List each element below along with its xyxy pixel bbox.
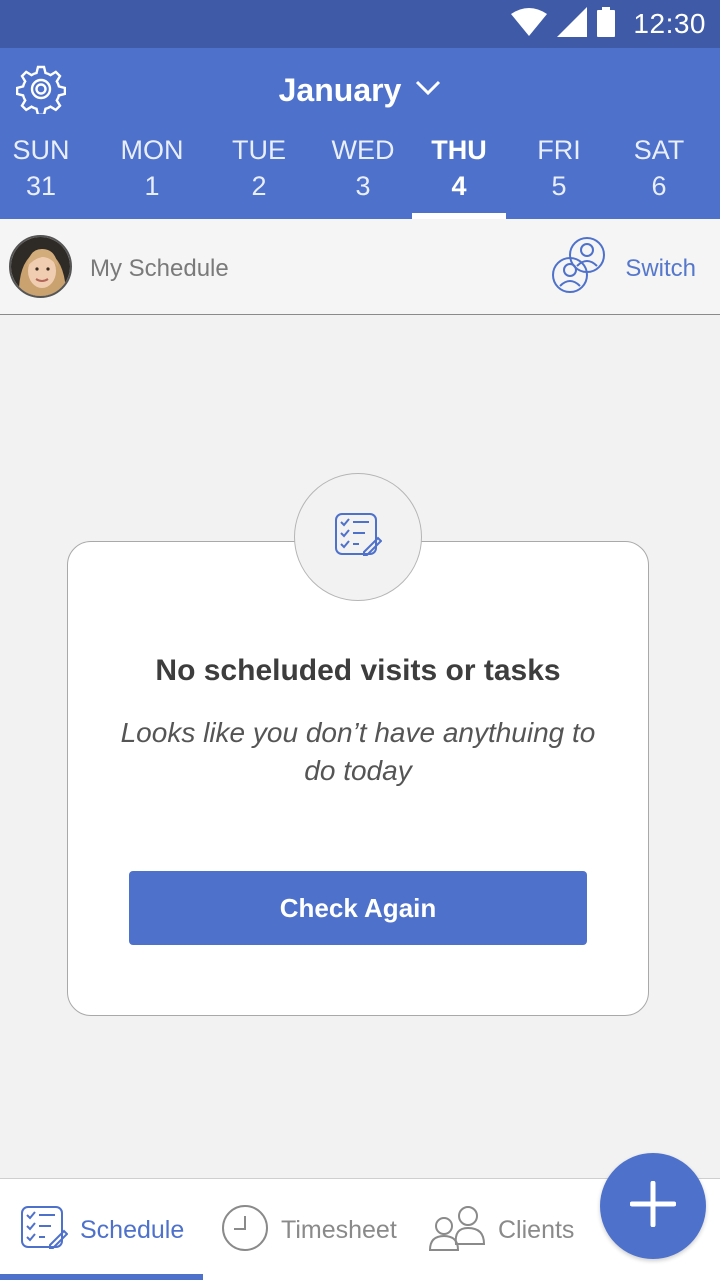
switch-label[interactable]: Switch <box>625 255 696 283</box>
day-date: 6 <box>651 171 667 201</box>
day-sun[interactable]: SUN 31 <box>0 132 82 219</box>
day-date: 4 <box>451 171 467 201</box>
nav-label: Schedule <box>80 1215 185 1244</box>
day-fri[interactable]: FRI 5 <box>514 132 604 219</box>
battery-icon <box>597 6 616 42</box>
avatar[interactable] <box>9 235 72 298</box>
month-label: January <box>278 71 402 108</box>
checklist-edit-icon <box>334 512 383 563</box>
day-mon[interactable]: MON 1 <box>105 132 199 219</box>
nav-schedule[interactable]: Schedule <box>20 1179 184 1280</box>
day-name: SAT <box>633 135 685 165</box>
day-date: 2 <box>251 171 267 201</box>
check-again-button[interactable]: Check Again <box>129 871 587 945</box>
wifi-icon <box>511 7 548 41</box>
day-sat[interactable]: SAT 6 <box>612 132 706 219</box>
day-name: THU <box>431 135 487 165</box>
day-name: WED <box>331 135 395 165</box>
my-schedule-label: My Schedule <box>90 255 229 282</box>
day-thu-selected[interactable]: THU 4 <box>412 132 506 219</box>
status-bar: 12:30 <box>0 0 720 48</box>
day-date: 5 <box>551 171 567 201</box>
switch-users-icon <box>551 236 607 299</box>
week-day-strip: SUN 31 MON 1 TUE 2 WED 3 THU 4 FRI 5 SAT… <box>0 132 720 219</box>
signal-icon <box>557 6 588 42</box>
calendar-header: January SUN 31 MON 1 TUE 2 WED 3 THU 4 F… <box>0 48 720 219</box>
nav-label: Timesheet <box>281 1215 397 1244</box>
empty-state-card: No scheluded visits or tasks Looks like … <box>67 541 649 1016</box>
plus-icon <box>629 1180 677 1232</box>
add-button[interactable] <box>600 1153 706 1259</box>
checklist-edit-icon <box>20 1205 69 1256</box>
people-icon <box>428 1204 486 1257</box>
day-date: 31 <box>25 171 57 201</box>
day-name: MON <box>120 135 184 165</box>
empty-state-badge <box>294 473 422 601</box>
nav-timesheet[interactable]: Timesheet <box>221 1179 397 1280</box>
month-selector[interactable]: January <box>0 68 720 112</box>
schedule-subheader: My Schedule Switch <box>0 219 720 315</box>
day-name: FRI <box>537 135 581 165</box>
day-name: TUE <box>232 135 286 165</box>
status-time: 12:30 <box>633 8 706 39</box>
nav-label: Clients <box>498 1215 575 1244</box>
day-wed[interactable]: WED 3 <box>318 132 408 219</box>
empty-state-subtitle: Looks like you don’t have anythuing to d… <box>120 717 596 786</box>
nav-active-indicator <box>0 1274 203 1280</box>
nav-clients[interactable]: Clients <box>428 1179 574 1280</box>
day-date: 1 <box>144 171 160 201</box>
chevron-down-icon <box>415 80 441 101</box>
day-date: 3 <box>355 171 371 201</box>
day-name: SUN <box>12 135 70 165</box>
day-tue[interactable]: TUE 2 <box>214 132 304 219</box>
clock-icon <box>221 1204 269 1257</box>
empty-state-title: No scheluded visits or tasks <box>155 654 561 687</box>
